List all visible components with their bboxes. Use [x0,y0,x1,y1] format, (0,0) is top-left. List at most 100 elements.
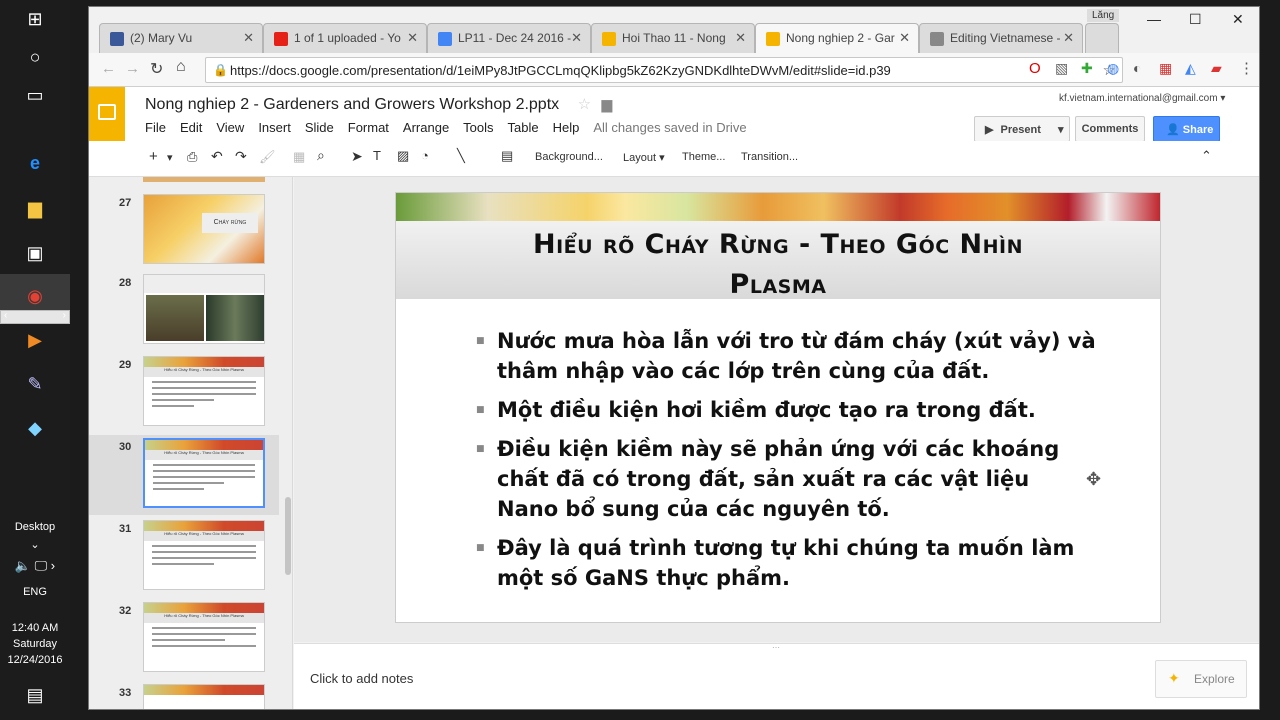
paint-icon[interactable]: ✎ [20,369,50,399]
comment-add-icon[interactable]: ▤ [501,148,513,164]
image-icon[interactable]: ▨ [397,148,409,164]
explore-button[interactable]: ✦ Explore [1155,660,1247,698]
close-tab-icon[interactable]: ✕ [571,30,582,46]
new-tab-button[interactable] [1085,23,1119,53]
redo-icon[interactable]: ↷ [235,148,247,165]
browser-tab[interactable]: Editing Vietnamese - ✕ [919,23,1083,53]
language-indicator[interactable]: ENG [0,586,70,598]
slides-logo-icon[interactable] [89,87,125,141]
slide-canvas[interactable]: Hiểu rõ Cháy Rừng - Theo Góc Nhìn Plasma… [294,177,1259,642]
extension-icon[interactable]: ◐ [1133,60,1141,76]
theme-button[interactable]: Theme... [682,151,725,163]
desktop-label[interactable]: Desktop [0,521,70,533]
extension-icon[interactable]: ✚ [1081,60,1093,77]
menu-arrange[interactable]: Arrange [403,120,449,135]
close-window-icon[interactable]: ✕ [1232,11,1244,28]
forward-icon[interactable]: → [125,60,140,77]
profile-badge[interactable]: Lăng [1087,9,1120,22]
extension-icon[interactable]: ▧ [1055,60,1068,77]
url-input[interactable]: 🔒 https://docs.google.com/presentation/d… [205,57,1123,83]
opera-icon[interactable]: O [1029,60,1041,77]
menu-view[interactable]: View [216,120,244,135]
shape-icon[interactable]: ◔ [421,148,429,163]
slide-title-box[interactable]: Hiểu rõ Cháy Rừng - Theo Góc Nhìn Plasma [396,221,1160,300]
extension-icon[interactable]: ◍ [1107,60,1119,77]
close-tab-icon[interactable]: ✕ [899,30,910,46]
paint-format-icon[interactable]: 🖌 [259,149,276,165]
new-slide-icon[interactable]: + [149,148,158,165]
tray-icons[interactable]: 🔈 🖵 › [0,558,70,574]
menu-file[interactable]: File [145,120,166,135]
text-box-icon[interactable]: T [373,148,381,163]
background-button[interactable]: Background... [535,151,603,163]
slide-thumbnail[interactable] [143,274,265,344]
zoom-icon[interactable]: ⌕ [317,147,325,164]
slide[interactable]: Hiểu rõ Cháy Rừng - Theo Góc Nhìn Plasma… [395,192,1161,623]
slide-thumbnail-partial[interactable] [143,177,265,182]
chevron-down-icon[interactable]: ▾ [167,151,173,164]
folder-icon[interactable]: ▆ [602,96,613,112]
menu-insert[interactable]: Insert [258,120,291,135]
close-tab-icon[interactable]: ✕ [243,30,254,46]
home-icon[interactable]: ⌂ [176,58,186,76]
slide-thumbnail[interactable]: Cháy rừng [143,194,265,264]
comments-button[interactable]: Comments [1075,116,1145,142]
print-icon[interactable]: ⎙ [187,149,197,165]
account-email[interactable]: kf.vietnam.international@gmail.com ▾ [1059,93,1225,104]
extension-icon[interactable]: ▦ [1159,60,1172,77]
share-button[interactable]: 👤 Share [1153,116,1220,142]
store-icon[interactable]: ▣ [20,238,50,268]
notes-placeholder[interactable]: Click to add notes [310,671,413,686]
windows-start-icon[interactable]: ⊞ [20,4,50,34]
extension-icon[interactable]: ▰ [1211,60,1222,77]
taskbar-scrollbar[interactable]: ‹ › [0,310,70,324]
slide-thumbnail[interactable]: Hiểu rõ Cháy Rừng - Theo Góc Nhìn Plasma [143,356,265,426]
browser-tab-active[interactable]: Nong nghiep 2 - Gar ✕ [755,23,919,53]
select-cursor-icon[interactable]: ➤ [351,148,363,165]
chevron-down-icon[interactable]: ⌄ [0,538,70,551]
chrome-menu-icon[interactable]: ⋮ [1239,59,1254,77]
browser-tab[interactable]: (2) Mary Vu ✕ [99,23,263,53]
undo-icon[interactable]: ↶ [211,148,223,165]
resize-handle-icon[interactable]: ⋯ [772,643,780,652]
notifications-icon[interactable]: ▤ [20,680,50,710]
menu-edit[interactable]: Edit [180,120,202,135]
task-view-icon[interactable]: ▭ [20,80,50,110]
transition-button[interactable]: Transition... [741,151,798,163]
clock-time[interactable]: 12:40 AM [0,622,70,634]
media-player-icon[interactable]: ▶ [20,325,50,355]
menu-tools[interactable]: Tools [463,120,493,135]
search-circle-icon[interactable]: ○ [20,42,50,72]
line-icon[interactable]: ╲ [457,148,465,164]
file-explorer-icon[interactable]: ▆ [20,193,50,223]
star-icon[interactable]: ☆ [578,96,591,113]
reload-icon[interactable]: ↻ [150,59,163,79]
close-tab-icon[interactable]: ✕ [735,30,746,46]
speaker-notes[interactable]: ⋯ Click to add notes ✦ Explore [294,643,1259,709]
filmstrip-scrollbar[interactable] [285,497,291,575]
maximize-icon[interactable]: ☐ [1189,11,1202,28]
minimize-icon[interactable]: — [1147,11,1161,27]
menu-help[interactable]: Help [553,120,580,135]
present-button[interactable]: ▶ Present ▾ [974,116,1070,142]
slide-thumbnail[interactable]: Hiểu rõ Cháy Rừng - Theo Góc Nhìn Plasma [143,520,265,590]
slide-thumbnail[interactable] [143,684,265,709]
collapse-toolbar-icon[interactable]: ⌃ [1201,148,1212,164]
browser-tab[interactable]: LP11 - Dec 24 2016 - ✕ [427,23,591,53]
document-title[interactable]: Nong nghiep 2 - Gardeners and Growers Wo… [145,95,612,114]
close-tab-icon[interactable]: ✕ [407,30,418,46]
slide-thumbnail-selected[interactable]: Hiểu rõ Cháy Rừng - Theo Góc Nhìn Plasma [143,438,265,508]
back-icon[interactable]: ← [101,60,116,77]
browser-tab[interactable]: 1 of 1 uploaded - Yo ✕ [263,23,427,53]
slide-body-text[interactable]: Nước mưa hòa lẫn với tro từ đám cháy (xú… [476,326,1096,602]
slide-filmstrip[interactable]: 27 Cháy rừng 28 29 Hiểu rõ Cháy Rừng - T… [89,177,293,709]
menu-format[interactable]: Format [348,120,389,135]
layout-button[interactable]: Layout ▾ [623,151,665,164]
menu-table[interactable]: Table [508,120,539,135]
close-tab-icon[interactable]: ✕ [1063,30,1074,46]
app-icon[interactable]: ◆ [20,413,50,443]
edge-icon[interactable]: e [20,148,50,178]
chevron-down-icon[interactable]: ▾ [1058,124,1064,136]
extension-icon[interactable]: ◭ [1185,60,1196,77]
chrome-icon[interactable]: ◉ [20,281,50,311]
